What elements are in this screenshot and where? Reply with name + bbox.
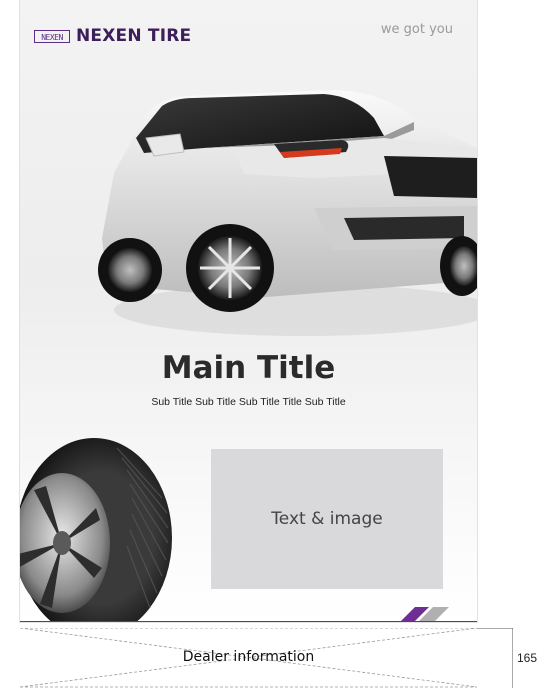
text-image-placeholder: Text & image [211,449,443,589]
car-image [98,90,477,336]
sub-title: Sub Title Sub Title Sub Title Title Sub … [151,396,346,408]
main-title: Main Title [161,350,336,386]
height-dimension-label: 165 [517,651,538,665]
brand-name: NEXEN TIRE [76,26,192,46]
stripe-accent-icon [401,607,449,621]
brand-logo: NEXEN NEXEN TIRE [34,26,191,46]
nexen-logo-icon: NEXEN [34,29,70,43]
dealer-section: Dealer information [20,628,477,688]
height-dimension-marker [477,628,513,688]
text-image-label: Text & image [271,509,383,529]
poster-card: NEXEN NEXEN TIRE we got you Main Title S… [20,0,477,622]
brand-divider [20,621,477,622]
tire-image [20,438,172,622]
dealer-information-label: Dealer information [182,649,315,665]
brand-tagline: we got you [380,22,453,37]
